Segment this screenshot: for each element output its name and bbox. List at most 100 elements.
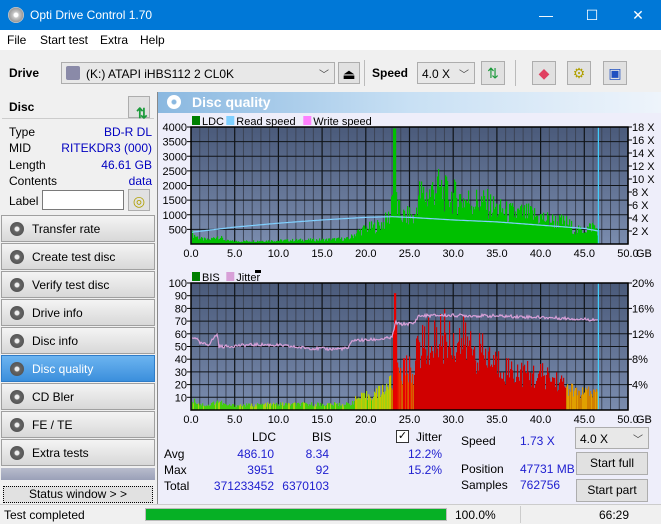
legend-label: LDC [202,116,224,128]
x-tick-label: 45.0 [574,414,595,426]
title-bar: Opti Drive Control 1.70 — ☐ ✕ [0,0,661,30]
nav-label: CD Bler [32,390,75,404]
y-tick-label: 70 [175,316,187,328]
speed-select-value: 4.0 X [422,67,451,81]
stats-avg-ldc: 486.10 [237,447,274,461]
stats-max-bis: 92 [315,463,329,477]
maximize-button[interactable]: ☐ [569,0,615,30]
y2-tick-label: 16 X [632,135,655,147]
erase-button[interactable]: ◆ [532,61,556,85]
stats-max-ldc: 3951 [247,463,274,477]
position-value: 47731 MB [520,462,575,476]
gears-icon: ⚙ [572,65,586,81]
eject-button[interactable]: ⏏ [338,62,360,84]
y2-tick-label: 8 X [632,187,649,199]
disc-label-key: Label [9,194,39,208]
nav-disc-info[interactable]: Disc info [1,327,155,354]
settings-button[interactable]: ⚙ [567,61,591,85]
panel-title: Disc quality [192,94,271,110]
progress-percent: 100.0% [455,508,496,522]
start-full-button[interactable]: Start full [576,452,648,475]
disc-refresh-button[interactable]: ⇅ [128,96,150,121]
drive-select[interactable]: (K:) ATAPI iHBS112 2 CL0K ﹀ [61,62,335,84]
y2-tick-label: 10 X [632,174,655,186]
disc-nav-icon [10,390,24,404]
nav-label: Disc info [32,334,79,348]
status-separator [520,506,521,523]
nav-transfer-rate[interactable]: Transfer rate [1,215,155,242]
speed-label: Speed [461,434,496,448]
nav-disc-quality[interactable]: Disc quality [1,355,155,382]
menu-help[interactable]: Help [140,33,165,47]
toolbar: Drive (K:) ATAPI iHBS112 2 CL0K ﹀ ⏏ Spee… [0,50,661,94]
nav-cd-bler[interactable]: CD Bler [1,383,155,410]
y-tick-label: 1000 [163,210,187,222]
progress-fill [146,509,446,520]
y-tick-label: 100 [169,278,187,290]
disc-nav-icon [10,250,24,264]
refresh-button[interactable]: ⇅ [481,61,505,85]
disc-length-key: Length [9,158,46,172]
x-tick-label: 35.0 [486,414,507,426]
minimize-button[interactable]: — [523,0,569,30]
nav-fe-te[interactable]: FE / TE [1,411,155,438]
save-button[interactable]: ▣ [603,61,627,85]
disc-label-button[interactable]: ◎ [128,189,150,211]
legend-swatch-ldc [192,116,200,125]
y-tick-label: 2000 [163,181,187,193]
test-speed-select[interactable]: 4.0 X ﹀ [575,427,649,449]
start-part-button[interactable]: Start part [576,479,648,502]
disc-type-key: Type [9,125,36,139]
panel-header: Disc quality [158,92,661,113]
y-tick-label: 1500 [163,195,187,207]
stats-col-bis: BIS [312,430,332,444]
nav-verify-test-disc[interactable]: Verify test disc [1,271,155,298]
y-tick-label: 500 [169,224,187,236]
nav-create-test-disc[interactable]: Create test disc [1,243,155,270]
disc-quality-panel: Disc quality 500 1000 1500 2000 2500 3000 3500… [157,92,661,504]
floppy-icon: ▣ [608,65,622,81]
speed-select[interactable]: 4.0 X ﹀ [417,62,475,84]
speed-label: Speed [372,66,409,80]
disc-type-row: Type BD-R DL [9,125,152,141]
y2-tick-label: 20% [632,278,654,290]
stats-avg-jitter: 12.2% [407,447,442,461]
y-tick-label: 90 [175,291,187,303]
nav-extra-tests[interactable]: Extra tests [1,439,155,466]
stats-jitter-label: Jitter [416,430,443,444]
disc-header-title: Disc [9,100,35,114]
disc-mid-value: RITEKDR3 (000) [61,141,152,155]
status-window-button[interactable]: Status window > > [3,486,153,503]
x-tick-label: 35.0 [486,248,507,260]
chevron-down-icon: ﹀ [319,70,329,81]
disc-quality-icon [167,95,181,109]
y-tick-label: 80 [175,303,187,315]
chevron-down-icon: ﹀ [459,70,469,81]
menu-extra[interactable]: Extra [100,33,128,47]
toolbar-separator [364,60,365,86]
menu-file[interactable]: File [7,33,26,47]
chart-ldc: 500 1000 1500 2000 2500 3000 3500 4000 2 X4 X6 X… [163,116,655,260]
status-bar: Test completed 100.0% 66:29 [0,504,661,524]
chevron-down-icon: ﹀ [633,435,643,446]
y2-tick-label: 12 X [632,161,655,173]
nav-drive-info[interactable]: Drive info [1,299,155,326]
drive-icon [66,66,80,80]
x-tick-label: 15.0 [311,248,332,260]
x-tick-label: 0.0 [183,414,198,426]
jitter-checkbox[interactable]: ✓ [396,430,409,443]
disc-nav-icon [10,334,24,348]
menu-start-test[interactable]: Start test [40,33,88,47]
y-tick-label: 30 [175,367,187,379]
legend-swatch-bis [192,272,200,281]
legend-marker [255,270,261,273]
disc-label-input[interactable] [42,190,124,210]
close-button[interactable]: ✕ [615,0,661,30]
y-tick-label: 4000 [163,122,187,134]
nav-label: Disc quality [32,362,94,376]
x-tick-label: 40.0 [530,414,551,426]
y-tick-label: 60 [175,329,187,341]
x-tick-label: 30.0 [442,248,463,260]
y2-tick-label: 6 X [632,200,649,212]
x-tick-label: 15.0 [311,414,332,426]
